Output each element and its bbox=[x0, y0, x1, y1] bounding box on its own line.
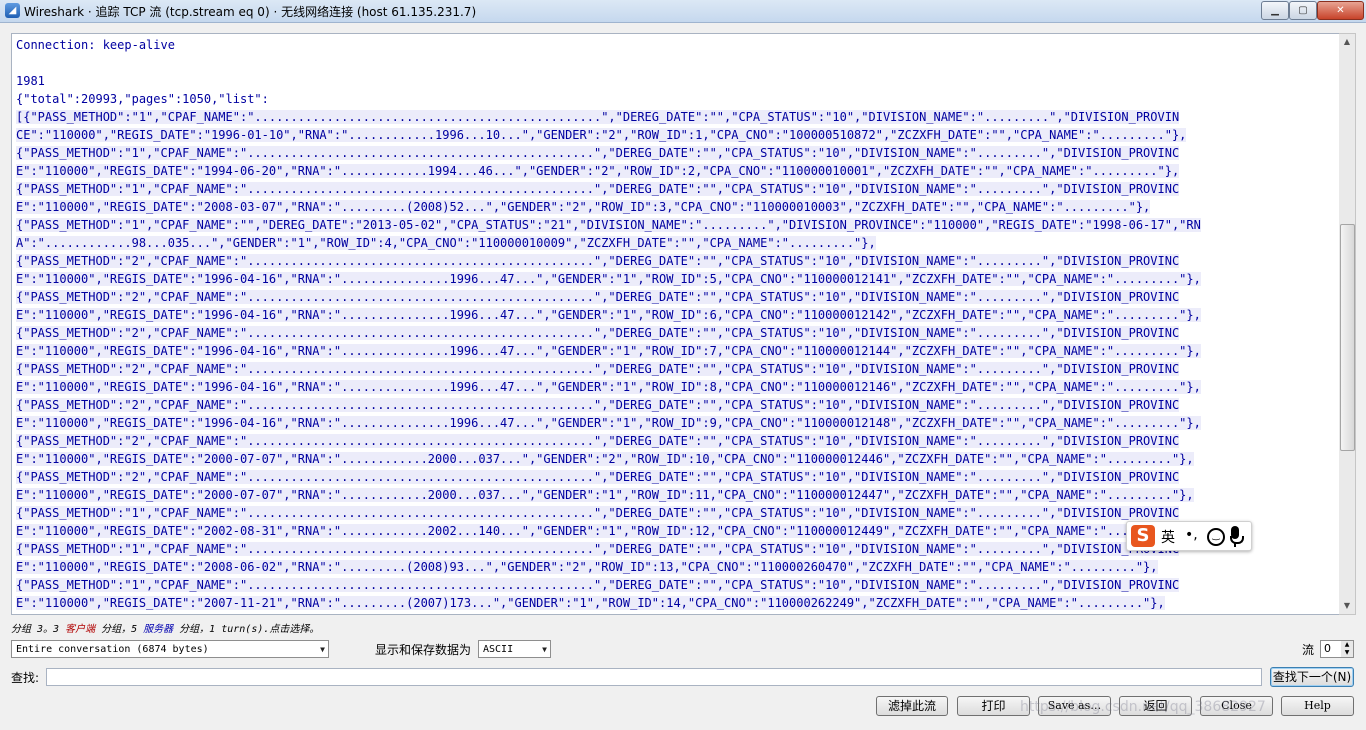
minimize-button[interactable]: ▁ bbox=[1261, 1, 1289, 20]
vertical-scrollbar[interactable]: ▲ ▼ bbox=[1339, 33, 1356, 615]
title-bar: ◢ Wireshark · 追踪 TCP 流 (tcp.stream eq 0)… bbox=[0, 0, 1366, 23]
stream-number-spinbox[interactable]: 0 ▲ ▼ bbox=[1320, 640, 1354, 658]
stream-line: {"PASS_METHOD":"1","CPAF_NAME":"........… bbox=[16, 542, 1180, 556]
stream-line: {"PASS_METHOD":"2","CPAF_NAME":"........… bbox=[16, 470, 1180, 484]
find-next-button[interactable]: 查找下一个(N) bbox=[1270, 667, 1354, 687]
help-button[interactable]: Help bbox=[1281, 696, 1354, 716]
stream-line: E":"110000","REGIS_DATE":"1996-04-16","R… bbox=[16, 416, 1201, 430]
find-input[interactable] bbox=[46, 668, 1262, 686]
scrollbar-thumb[interactable] bbox=[1340, 224, 1355, 451]
stream-line: E":"110000","REGIS_DATE":"2002-08-31","R… bbox=[16, 524, 1194, 538]
wireshark-fin-icon: ◢ bbox=[5, 3, 20, 18]
client-label: 客户端 bbox=[65, 624, 96, 635]
filter-out-stream-button[interactable]: 滤掉此流 bbox=[876, 696, 948, 716]
stream-line: E":"110000","REGIS_DATE":"1996-04-16","R… bbox=[16, 344, 1201, 358]
spin-down-icon[interactable]: ▼ bbox=[1341, 649, 1353, 657]
stream-line: A":"............98...035...","GENDER":"1… bbox=[16, 236, 876, 250]
stream-line: {"PASS_METHOD":"2","CPAF_NAME":"........… bbox=[16, 290, 1180, 304]
stream-line: {"PASS_METHOD":"2","CPAF_NAME":"........… bbox=[16, 326, 1180, 340]
ime-toolbar[interactable]: S 英 •, ‿ bbox=[1126, 521, 1252, 551]
stream-line: E":"110000","REGIS_DATE":"2000-07-07","R… bbox=[16, 452, 1194, 466]
window-title: Wireshark · 追踪 TCP 流 (tcp.stream eq 0) ·… bbox=[24, 5, 477, 19]
stream-label: 流 bbox=[1302, 643, 1315, 657]
stream-line: Connection: keep-alive bbox=[16, 38, 175, 52]
stream-line: [{"PASS_METHOD":"1","CPAF_NAME":".......… bbox=[16, 110, 1180, 124]
stream-line: E":"110000","REGIS_DATE":"1996-04-16","R… bbox=[16, 272, 1201, 286]
maximize-button[interactable]: ▢ bbox=[1289, 1, 1317, 20]
server-label: 服务器 bbox=[143, 624, 174, 635]
stream-line: {"PASS_METHOD":"2","CPAF_NAME":"........… bbox=[16, 254, 1180, 268]
stream-line: {"total":20993,"pages":1050,"list": bbox=[16, 92, 269, 106]
stream-line: {"PASS_METHOD":"1","CPAF_NAME":"........… bbox=[16, 578, 1180, 592]
conversation-select[interactable]: Entire conversation (6874 bytes) ▼ bbox=[11, 640, 329, 658]
close-window-button[interactable]: ✕ bbox=[1317, 1, 1364, 20]
watermark: https://blog.csdn.net/qq_38682927 bbox=[1020, 699, 1266, 715]
stream-line: E":"110000","REGIS_DATE":"2000-07-07","R… bbox=[16, 488, 1194, 502]
stream-line: 1981 bbox=[16, 74, 45, 88]
chevron-down-icon: ▼ bbox=[320, 645, 325, 654]
stream-line: E":"110000","REGIS_DATE":"2007-11-21","R… bbox=[16, 596, 1165, 610]
stream-line: {"PASS_METHOD":"1","CPAF_NAME":"........… bbox=[16, 146, 1180, 160]
stream-line: {"PASS_METHOD":"2","CPAF_NAME":"........… bbox=[16, 434, 1180, 448]
display-format-label: 显示和保存数据为 bbox=[375, 643, 472, 657]
packet-summary-status[interactable]: 分组 3。3 客户端 分组，5 服务器 分组，1 turn(s).点击选择。 bbox=[11, 620, 319, 635]
stream-line: CE":"110000","REGIS_DATE":"1996-01-10","… bbox=[16, 128, 1187, 142]
stream-line: {"PASS_METHOD":"1","CPAF_NAME":"","DEREG… bbox=[16, 218, 1201, 232]
ime-mode-toggle[interactable]: 英 bbox=[1161, 527, 1175, 547]
scroll-up-arrow-icon[interactable]: ▲ bbox=[1339, 34, 1355, 50]
stream-line: {"PASS_METHOD":"2","CPAF_NAME":"........… bbox=[16, 362, 1180, 376]
scroll-down-arrow-icon[interactable]: ▼ bbox=[1339, 598, 1355, 614]
emoji-icon[interactable]: ‿ bbox=[1207, 528, 1225, 546]
ime-punctuation-toggle[interactable]: •, bbox=[1185, 527, 1198, 543]
find-label: 查找: bbox=[11, 671, 40, 685]
stream-line: E":"110000","REGIS_DATE":"2008-03-07","R… bbox=[16, 200, 1151, 214]
sogou-logo-icon[interactable]: S bbox=[1131, 525, 1155, 547]
stream-line: E":"110000","REGIS_DATE":"2008-06-02","R… bbox=[16, 560, 1158, 574]
stream-line: E":"110000","REGIS_DATE":"1996-04-16","R… bbox=[16, 380, 1201, 394]
stream-line: E":"110000","REGIS_DATE":"1996-04-16","R… bbox=[16, 308, 1201, 322]
stream-line: {"PASS_METHOD":"1","CPAF_NAME":"........… bbox=[16, 182, 1180, 196]
stream-line: E":"110000","REGIS_DATE":"1994-06-20","R… bbox=[16, 164, 1180, 178]
chevron-down-icon: ▼ bbox=[542, 645, 547, 654]
spin-up-icon[interactable]: ▲ bbox=[1341, 641, 1353, 649]
stream-line: {"PASS_METHOD":"2","CPAF_NAME":"........… bbox=[16, 398, 1180, 412]
stream-line: {"PASS_METHOD":"1","CPAF_NAME":"........… bbox=[16, 506, 1180, 520]
display-format-select[interactable]: ASCII ▼ bbox=[478, 640, 551, 658]
